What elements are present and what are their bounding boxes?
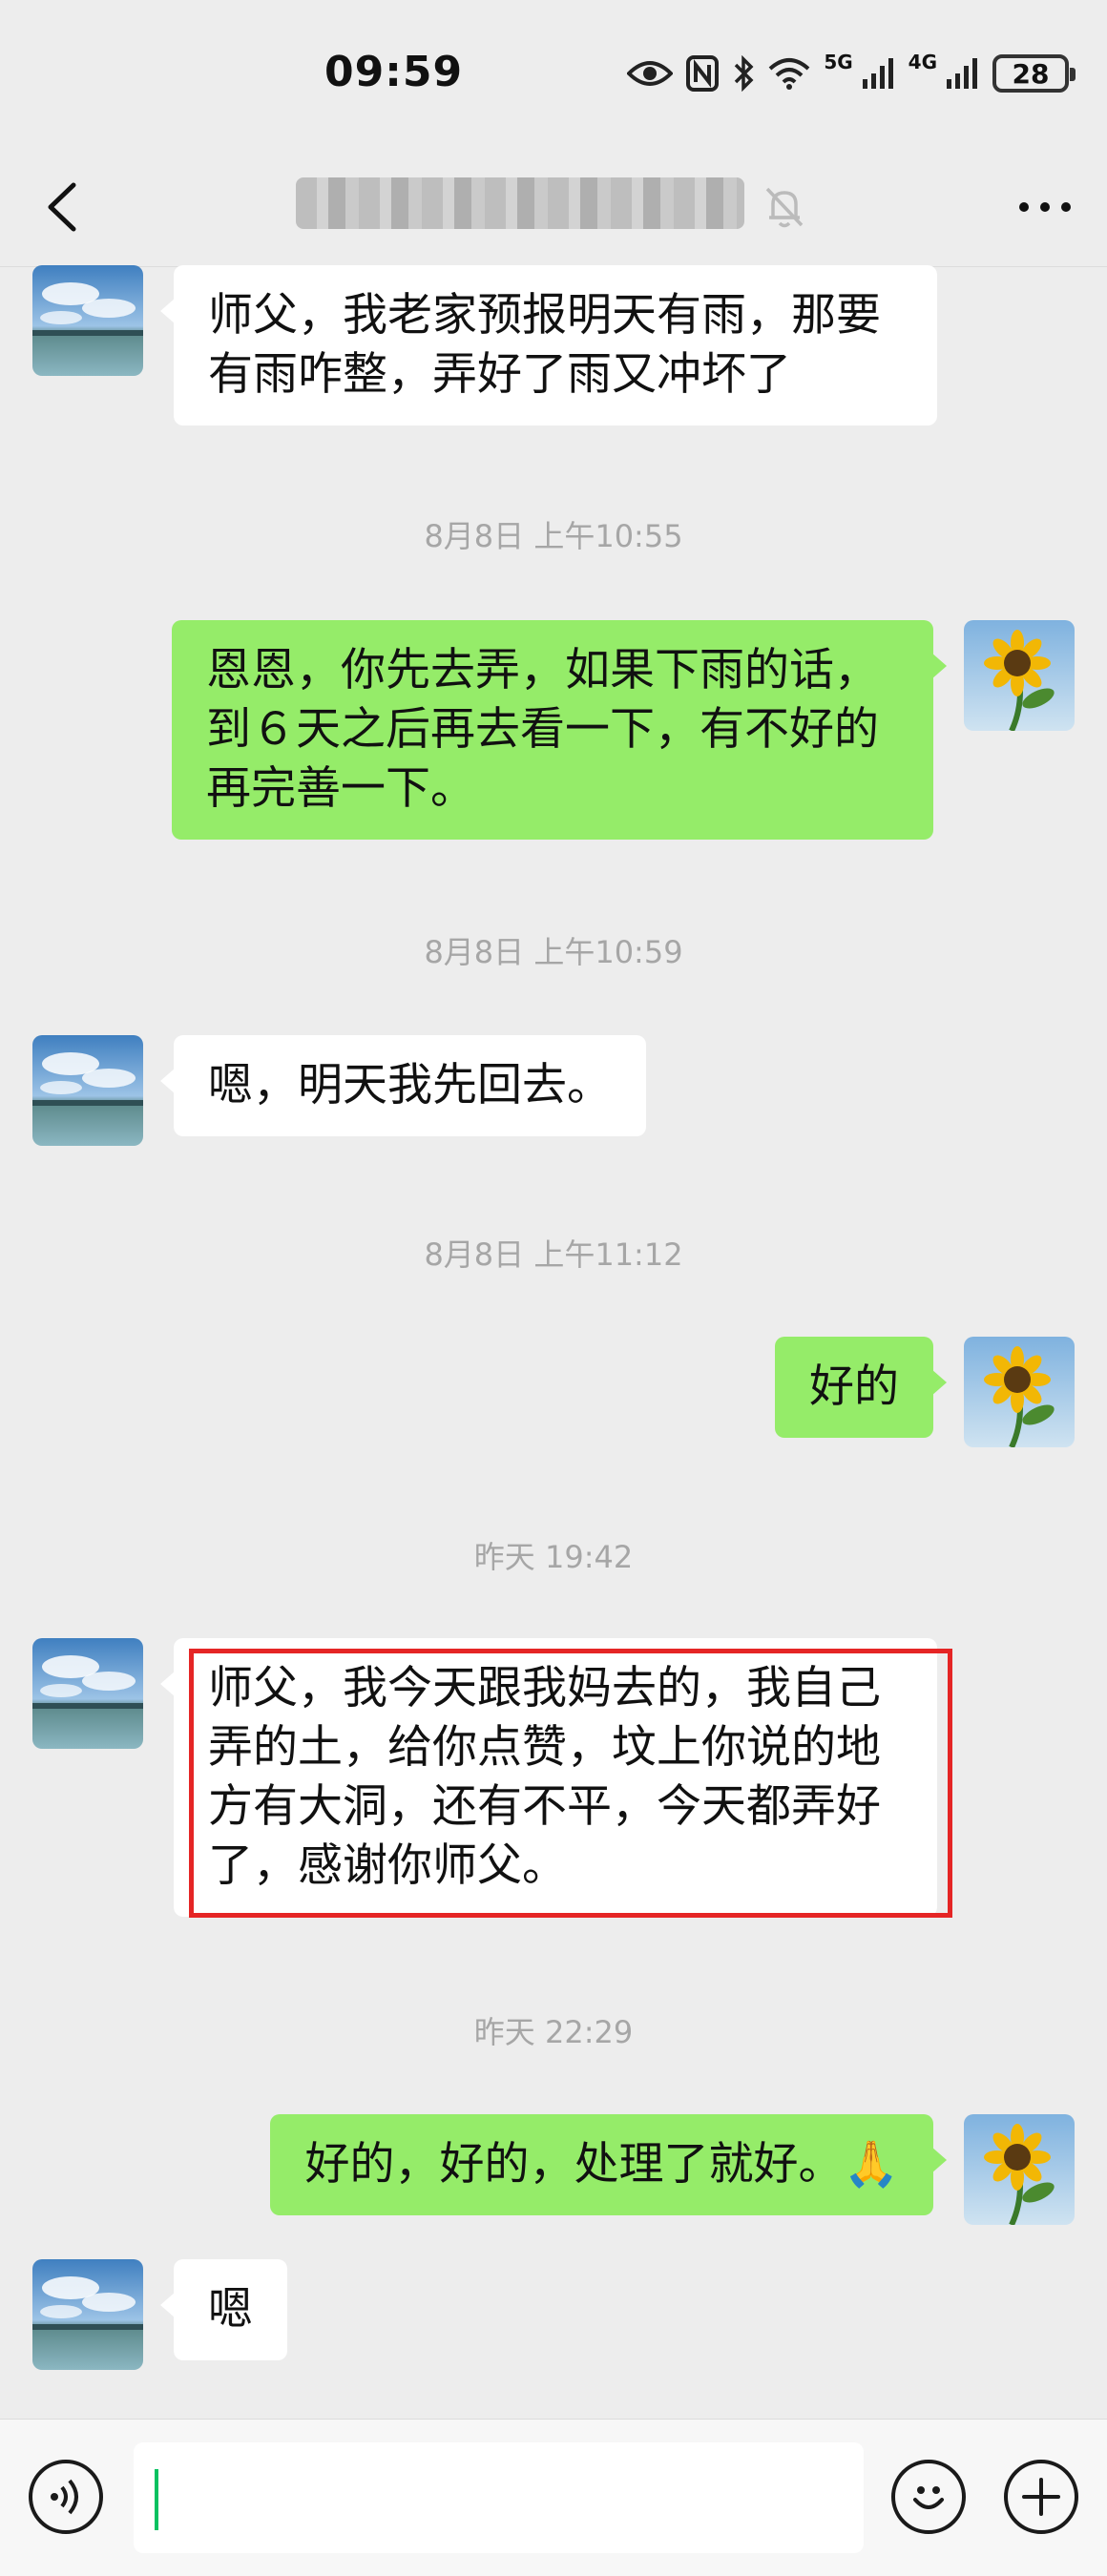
- eye-icon: [627, 61, 674, 86]
- status-time: 09:59: [324, 48, 464, 96]
- sunflower-avatar-image: [964, 620, 1075, 731]
- nfc-icon: [686, 55, 720, 92]
- message-text: 师父，我今天跟我妈去的，我自己弄的土，给你点赞，坟上你说的地方有大洞，还有不平，…: [208, 1662, 881, 1892]
- bluetooth-icon: [735, 55, 754, 92]
- landscape-avatar-image: [32, 1035, 143, 1146]
- message-timestamp: 昨天 19:42: [473, 1539, 634, 1575]
- message-input[interactable]: [134, 2442, 864, 2553]
- emoji-icon: [913, 2486, 944, 2509]
- contact-avatar[interactable]: [32, 265, 143, 376]
- contact-avatar[interactable]: [32, 2259, 143, 2370]
- message-text: 好的，好的，处理了就好。🙏: [304, 2138, 899, 2191]
- message-timestamp: 8月8日 上午10:55: [424, 518, 683, 554]
- status-icons: 5G 4G 28: [627, 51, 1076, 95]
- chat-header: [0, 153, 1107, 267]
- more-dots-icon: [1019, 202, 1071, 212]
- sunflower-avatar-image: [964, 1337, 1075, 1447]
- message-bubble-incoming[interactable]: 师父，我今天跟我妈去的，我自己弄的土，给你点赞，坟上你说的地方有大洞，还有不平，…: [160, 1638, 937, 1917]
- more-options-button[interactable]: [1012, 183, 1078, 231]
- signal-4g-icon: [947, 58, 977, 89]
- input-bar: [0, 2419, 1107, 2576]
- more-actions-button[interactable]: [1004, 2460, 1078, 2534]
- battery-icon: 28: [992, 54, 1076, 93]
- message-bubble-incoming[interactable]: 嗯，明天我先回去。: [160, 1035, 646, 1136]
- back-button[interactable]: [29, 174, 95, 240]
- landscape-avatar-image: [32, 2259, 143, 2370]
- landscape-avatar-image: [32, 265, 143, 376]
- status-bar: 09:59 5G 4G 28: [0, 0, 1107, 153]
- contact-avatar[interactable]: [32, 1035, 143, 1146]
- message-text: 恩恩，你先去弄，如果下雨的话，到６天之后再去看一下，有不好的再完善一下。: [206, 644, 879, 815]
- self-avatar[interactable]: [964, 620, 1075, 731]
- message-text: 好的: [809, 1361, 899, 1413]
- wifi-icon: [768, 58, 810, 90]
- message-timestamp: 8月8日 上午10:59: [424, 934, 683, 970]
- chevron-left-icon: [48, 182, 76, 232]
- message-bubble-incoming[interactable]: 嗯: [160, 2259, 287, 2360]
- self-avatar[interactable]: [964, 2114, 1075, 2225]
- plus-icon: [1022, 2478, 1060, 2516]
- message-bubble-outgoing[interactable]: 恩恩，你先去弄，如果下雨的话，到６天之后再去看一下，有不好的再完善一下。: [172, 620, 947, 840]
- battery-level: 28: [1012, 57, 1050, 90]
- message-bubble-incoming[interactable]: 师父，我老家预报明天有雨，那要有雨咋整，弄好了雨又冲坏了: [160, 265, 937, 426]
- message-text: 嗯: [208, 2283, 253, 2336]
- bell-muted-icon: [765, 187, 804, 228]
- message-bubble-outgoing[interactable]: 好的: [775, 1337, 947, 1438]
- message-timestamp: 8月8日 上午11:12: [424, 1236, 683, 1273]
- self-avatar[interactable]: [964, 1337, 1075, 1447]
- signal2-label: 4G: [908, 51, 937, 73]
- contact-avatar[interactable]: [32, 1638, 143, 1749]
- blurred-contact-name: [296, 177, 744, 229]
- text-cursor: [155, 2469, 158, 2530]
- message-timestamp: 昨天 22:29: [473, 2014, 634, 2050]
- voice-icon: [51, 2479, 78, 2515]
- message-bubble-outgoing[interactable]: 好的，好的，处理了就好。🙏: [270, 2114, 947, 2215]
- message-text: 嗯，明天我先回去。: [208, 1059, 612, 1111]
- message-text: 师父，我老家预报明天有雨，那要有雨咋整，弄好了雨又冲坏了: [208, 289, 881, 401]
- voice-button[interactable]: [29, 2460, 103, 2534]
- chat-title-obscured: [296, 168, 744, 239]
- signal1-label: 5G: [824, 51, 853, 73]
- emoji-button[interactable]: [891, 2460, 966, 2534]
- sunflower-avatar-image: [964, 2114, 1075, 2225]
- signal-5g-icon: [862, 58, 893, 89]
- landscape-avatar-image: [32, 1638, 143, 1749]
